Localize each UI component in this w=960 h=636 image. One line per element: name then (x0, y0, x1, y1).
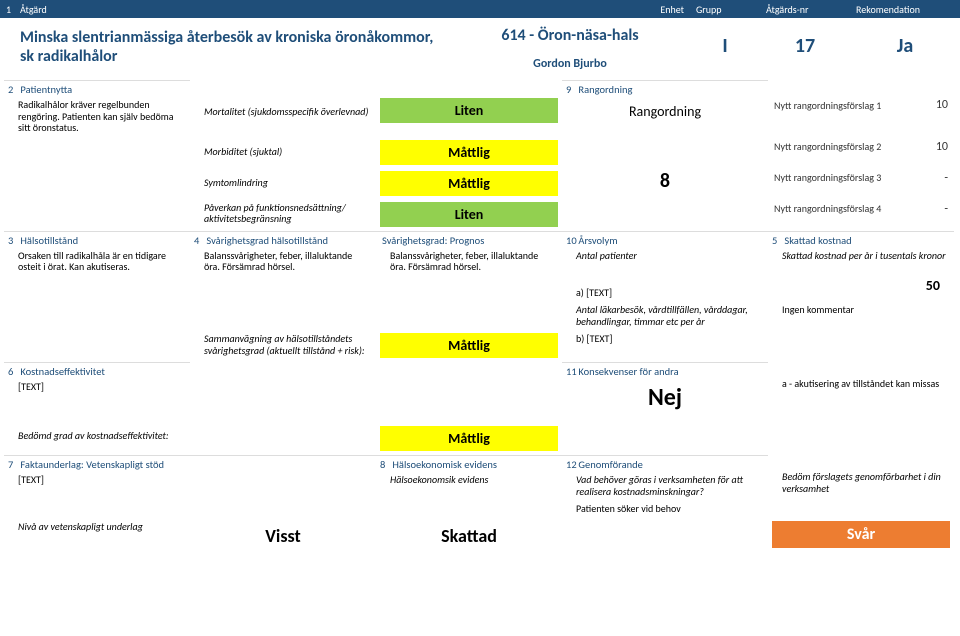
bed-kostnad-label: Bedömd grad av kostnadseffektivitet: (4, 416, 376, 446)
skattad-value: Skattad (380, 521, 558, 551)
section-10-header: 10 Årsvolym (562, 231, 768, 248)
sum-value: Måttlig (380, 333, 558, 358)
a-text-label: a) [TEXT] (562, 277, 768, 303)
section-6-body: [TEXT] (4, 379, 190, 397)
section-3-body: Orsaken till radikalhåla är en tidigare … (4, 248, 190, 277)
author-name: Gordon Bjurbo (450, 57, 690, 71)
antal-patienter: Antal patienter (562, 248, 768, 266)
page-title: Minska slentrianmässiga återbesök av kro… (0, 18, 450, 80)
section-11-text: a - akutisering av tillståndet kan missa… (768, 376, 954, 394)
section-9-header: 9 Rangordning (562, 80, 768, 97)
symptom-value: Måttlig (380, 171, 558, 196)
section-5-header: 5 Skattad kostnad (768, 231, 954, 248)
col-action: Åtgärd (14, 1, 450, 18)
col-recommendation: Rekomendation (850, 1, 960, 18)
nej-value: Nej (562, 379, 768, 416)
rank-row-2: Nytt rangordningsförslag 210 (768, 138, 954, 156)
rangordning-label: Rangordning (562, 97, 768, 120)
mortality-value: Liten (380, 98, 558, 123)
column-header-bar: 1 Åtgärd Enhet Grupp Åtgärds-nr Rekomend… (0, 0, 960, 18)
col-unit: Enhet (450, 1, 690, 18)
section-7-body: [TEXT] (4, 472, 376, 490)
b-text-label: b) [TEXT] (562, 331, 768, 349)
title-row: Minska slentrianmässiga återbesök av kro… (0, 18, 960, 80)
section-2-body: Radikalhålor kräver regelbunden rengörin… (4, 97, 190, 138)
section-5-sub: Skattad kostnad per år i tusentals krono… (768, 248, 954, 266)
rangordning-big: 8 (562, 169, 768, 200)
bed-kostnad-value: Måttlig (380, 426, 558, 451)
group-value: I (690, 18, 760, 80)
svar-value: Svår (772, 521, 950, 548)
recommendation-value: Ja (850, 18, 960, 80)
section-6-header: 6 Kostnadseffektivitet (4, 362, 190, 379)
rank-row-3: Nytt rangordningsförslag 3- (768, 169, 954, 187)
section-3-header: 3 Hälsotillstånd (4, 231, 190, 248)
a-value: 50 (768, 277, 954, 303)
section-11-header: 11 Konsekvenser för andra (562, 362, 768, 379)
sum-label: Sammanvägning av hälsotillståndets svåri… (190, 331, 376, 360)
rank-row-1: Nytt rangordningsförslag 110 (768, 96, 954, 114)
unit-name: 614 - Öron-näsa-hals (450, 26, 690, 45)
unit-block: 614 - Öron-näsa-hals Gordon Bjurbo (450, 18, 690, 80)
section-12-a: Patienten söker vid behov (562, 501, 768, 519)
visst-value: Visst (194, 521, 372, 551)
mortality-label: Mortalitet (sjukdomsspecifik överlevnad) (190, 96, 376, 122)
section-12-header: 12 Genomförande (562, 455, 768, 472)
function-value: Liten (380, 202, 558, 227)
action-nr-value: 17 (760, 18, 850, 80)
col-action-nr: Åtgärds-nr (760, 1, 850, 18)
section-4-header: 4 Svårighetsgrad hälsotillstånd (190, 231, 376, 248)
ingen-kommentar: Ingen kommentar (768, 302, 954, 320)
col-num: 1 (0, 1, 14, 18)
section-8-sub: Hälsoekonomsik evidens (376, 472, 562, 490)
b-long-label: Antal läkarbesök, vårdtillfällen, vårdda… (562, 302, 768, 331)
morbidity-value: Måttlig (380, 140, 558, 165)
rank-row-4: Nytt rangordningsförslag 4- (768, 200, 954, 218)
section-12-q: Vad behöver göras i verksamheten för att… (562, 472, 768, 501)
section-12-bed: Bedöm förslagets genomförbarhet i din ve… (768, 469, 954, 498)
function-label: Påverkan på funktionsnedsättning/ aktivi… (190, 200, 376, 229)
morbidity-label: Morbiditet (sjuktal) (190, 138, 376, 162)
col-group: Grupp (690, 1, 760, 18)
niva-label: Nivå av vetenskapligt underlag (4, 519, 190, 537)
symptom-label: Symtomlindring (190, 169, 376, 193)
section-7-header: 7 Faktaunderlag: Vetenskapligt stöd (4, 455, 376, 472)
section-2-header: 2 Patientnytta (4, 80, 190, 97)
prognos-header: Svårighetsgrad: Prognos (376, 231, 562, 248)
section-8-header: 8 Hälsoekonomisk evidens (376, 455, 562, 472)
prognos-body: Balanssvårigheter, feber, illaluktande ö… (376, 248, 562, 277)
section-4-body: Balanssvårigheter, feber, illaluktande ö… (190, 248, 376, 277)
